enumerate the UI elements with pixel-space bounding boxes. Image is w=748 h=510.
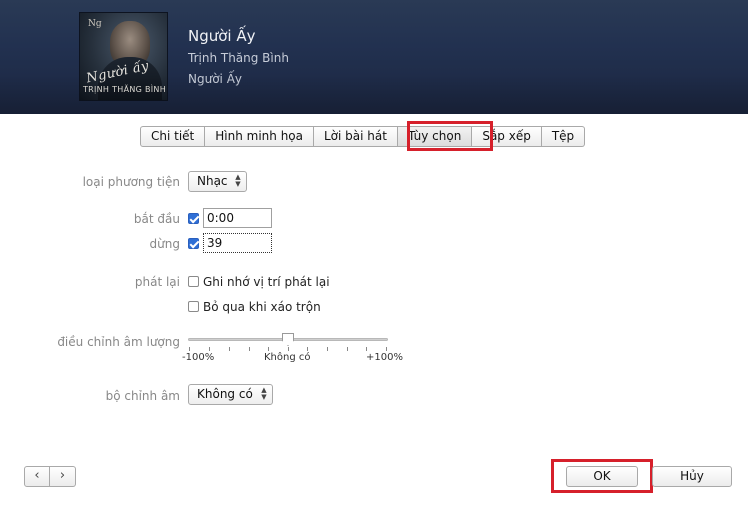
skip-shuffle-checkbox[interactable] bbox=[188, 301, 199, 312]
tab-file[interactable]: Tệp bbox=[541, 126, 586, 147]
chevron-right-icon: › bbox=[59, 468, 66, 483]
tab-bar: Chi tiết Hình minh họa Lời bài hát Tùy c… bbox=[140, 126, 586, 147]
equalizer-label: bộ chỉnh âm bbox=[105, 389, 180, 403]
artwork-decoration: Ng bbox=[88, 19, 102, 29]
volume-tick bbox=[288, 347, 289, 351]
playback-label: phát lại bbox=[134, 275, 180, 289]
select-arrows-icon: ▲ ▼ bbox=[235, 173, 241, 188]
start-label: bắt đầu bbox=[133, 212, 180, 226]
equalizer-select[interactable]: Không có ▲ ▼ bbox=[188, 384, 273, 405]
cancel-button[interactable]: Hủy bbox=[652, 466, 732, 487]
chevron-left-icon: ‹ bbox=[34, 468, 40, 483]
ok-button-highlight bbox=[551, 459, 653, 493]
artwork-artist-name: TRỊNH THĂNG BÌNH bbox=[82, 85, 167, 94]
volume-tick bbox=[268, 347, 269, 351]
volume-tick bbox=[307, 347, 308, 351]
volume-mid-label: Không có bbox=[264, 352, 311, 363]
volume-slider-knob[interactable] bbox=[282, 333, 294, 346]
tab-details[interactable]: Chi tiết bbox=[140, 126, 206, 147]
stop-time-input[interactable]: 39 bbox=[203, 233, 272, 253]
stop-label: dừng bbox=[149, 237, 180, 251]
volume-tick bbox=[366, 347, 367, 351]
album-artwork: Ng Người ấy TRỊNH THĂNG BÌNH bbox=[79, 12, 168, 101]
stop-checkbox[interactable] bbox=[188, 238, 199, 249]
select-arrows-icon: ▲ ▼ bbox=[261, 386, 267, 401]
equalizer-value: Không có bbox=[197, 387, 253, 401]
next-item-button[interactable]: › bbox=[50, 466, 76, 487]
skip-shuffle-label[interactable]: Bỏ qua khi xáo trộn bbox=[203, 300, 321, 314]
media-type-select[interactable]: Nhạc ▲ ▼ bbox=[188, 171, 247, 192]
media-type-label: loại phương tiện bbox=[82, 175, 180, 189]
song-album: Người Ấy bbox=[188, 72, 242, 86]
remember-position-label[interactable]: Ghi nhớ vị trí phát lại bbox=[203, 275, 330, 289]
song-artist: Trịnh Thăng Bình bbox=[188, 51, 289, 65]
media-type-value: Nhạc bbox=[197, 174, 228, 188]
volume-min-label: -100% bbox=[182, 352, 215, 363]
song-header: Ng Người ấy TRỊNH THĂNG BÌNH Người Ấy Tr… bbox=[0, 0, 748, 114]
tab-lyrics[interactable]: Lời bài hát bbox=[314, 126, 398, 147]
volume-tick bbox=[327, 347, 328, 351]
tab-artwork[interactable]: Hình minh họa bbox=[205, 126, 314, 147]
volume-tick bbox=[386, 347, 387, 351]
volume-max-label: +100% bbox=[366, 352, 403, 363]
tab-options-highlight bbox=[407, 121, 493, 151]
start-time-input[interactable]: 0:00 bbox=[203, 208, 272, 228]
song-title: Người Ấy bbox=[188, 27, 256, 45]
volume-tick bbox=[347, 347, 348, 351]
volume-tick bbox=[209, 347, 210, 351]
volume-tick bbox=[229, 347, 230, 351]
volume-tick bbox=[189, 347, 190, 351]
start-checkbox[interactable] bbox=[188, 213, 199, 224]
remember-position-checkbox[interactable] bbox=[188, 276, 199, 287]
volume-tick bbox=[249, 347, 250, 351]
volume-adjust-label: điều chỉnh âm lượng bbox=[57, 335, 180, 349]
previous-item-button[interactable]: ‹ bbox=[24, 466, 50, 487]
